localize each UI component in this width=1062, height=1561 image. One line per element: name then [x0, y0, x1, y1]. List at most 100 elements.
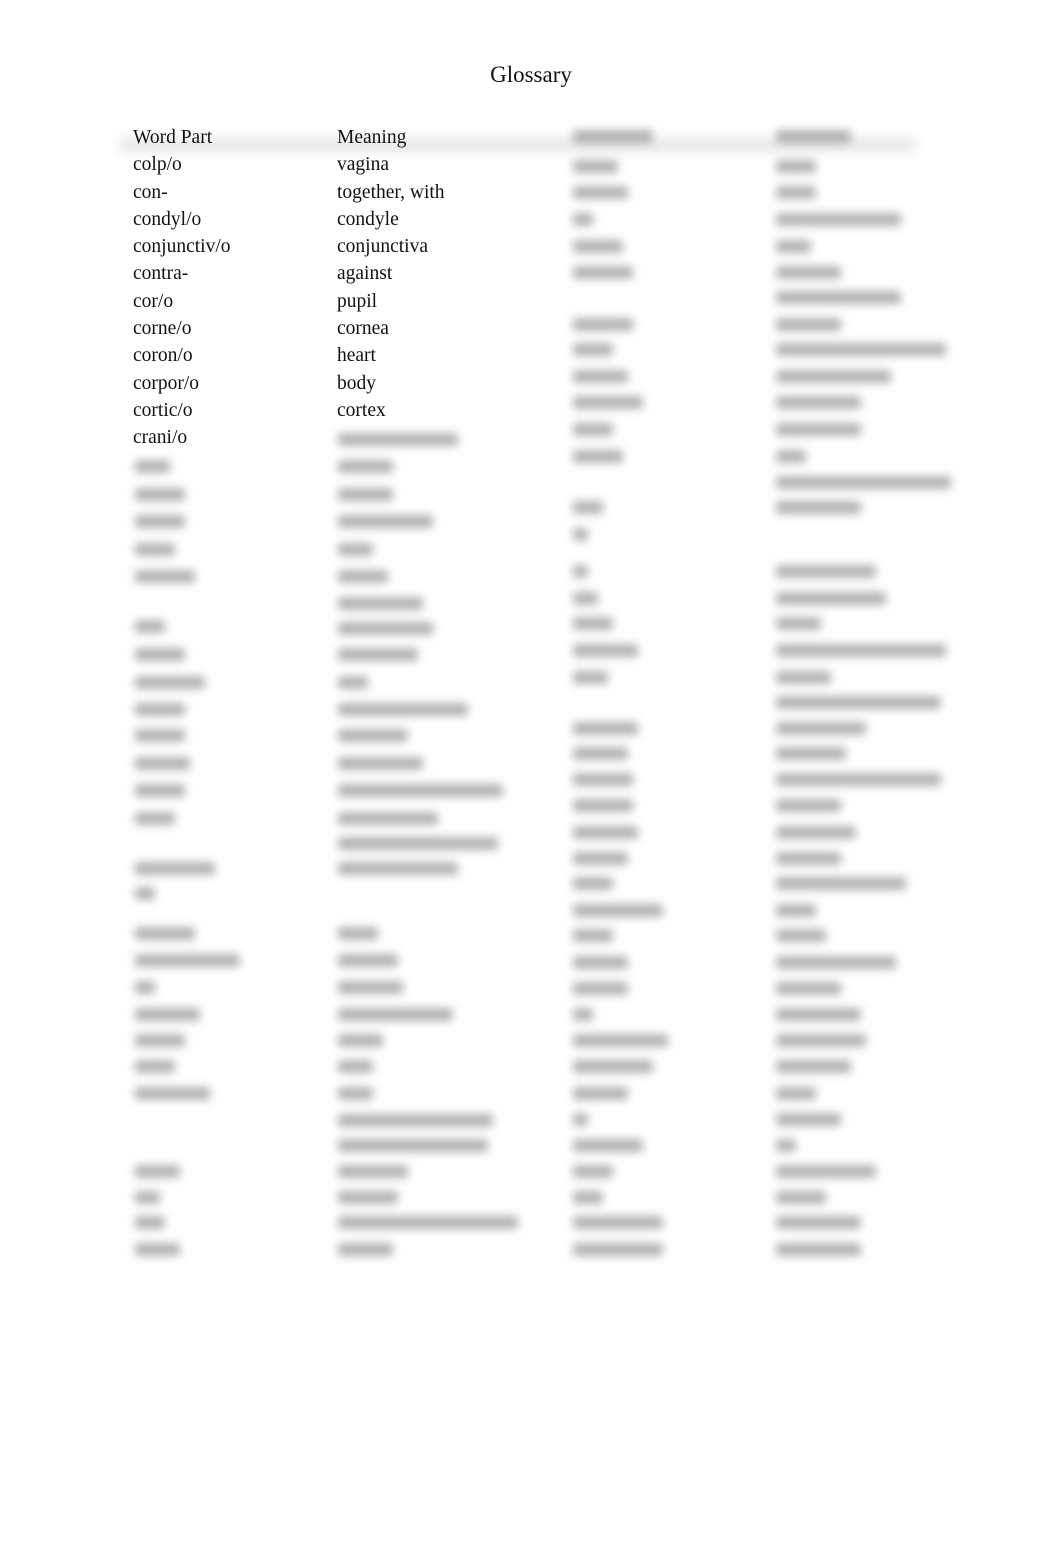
blurred-text-bar [776, 213, 901, 226]
blurred-text-bar [338, 1087, 373, 1100]
blurred-text-bar [573, 1034, 668, 1047]
blurred-text-bar [573, 1216, 663, 1229]
blurred-text-bar [573, 450, 623, 463]
blurred-text-bar [573, 1191, 603, 1204]
blurred-text-bar [573, 929, 613, 942]
blurred-text-bar [776, 240, 811, 253]
blurred-text-bar [573, 1165, 613, 1178]
blurred-text-bar [573, 644, 638, 657]
blurred-text-bar [135, 784, 185, 797]
blurred-text-bar [338, 812, 438, 825]
blurred-text-bar [135, 981, 155, 994]
blurred-text-bar [135, 676, 205, 689]
blurred-text-bar [338, 1034, 383, 1047]
blurred-text-bar [338, 1191, 398, 1204]
blurred-text-bar [776, 1216, 861, 1229]
blurred-text-bar [776, 982, 841, 995]
blurred-text-bar [135, 887, 155, 900]
blurred-text-bar [338, 1165, 408, 1178]
blurred-text-bar [573, 130, 653, 143]
blurred-text-bar [338, 703, 468, 716]
blurred-text-bar [776, 130, 851, 143]
blurred-text-bar [338, 927, 378, 940]
blurred-text-bar [776, 1139, 796, 1152]
blurred-text-bar [338, 757, 423, 770]
blurred-text-bar [135, 620, 165, 633]
blurred-text-bar [573, 501, 603, 514]
blurred-text-bar [776, 592, 886, 605]
blurred-text-bar [776, 476, 951, 489]
blurred-text-bar [135, 927, 195, 940]
blurred-text-bar [776, 929, 826, 942]
blurred-text-bar [573, 982, 628, 995]
blurred-text-bar [776, 1165, 876, 1178]
blurred-text-bar [338, 1216, 518, 1229]
blurred-text-bar [776, 160, 816, 173]
blurred-text-bar [338, 729, 408, 742]
blurred-text-bar [776, 343, 946, 356]
blurred-text-bar [573, 877, 613, 890]
blurred-text-bar [135, 1165, 180, 1178]
blurred-text-bar [573, 852, 628, 865]
blurred-text-bar [338, 488, 393, 501]
blurred-text-bar [776, 799, 841, 812]
blurred-text-bar [776, 852, 841, 865]
blurred-text-bar [338, 954, 398, 967]
blurred-text-bar [338, 1139, 488, 1152]
blurred-text-bar [338, 862, 458, 875]
blurred-text-bar [135, 1243, 180, 1256]
blurred-text-bar [135, 543, 175, 556]
blurred-text-bar [776, 396, 861, 409]
blurred-text-bar [573, 904, 663, 917]
blurred-text-bar [338, 1114, 493, 1127]
blurred-text-bar [573, 1008, 593, 1021]
blurred-text-bar [776, 826, 856, 839]
blurred-text-bar [338, 676, 368, 689]
blurred-text-bar [776, 291, 901, 304]
blurred-text-bar [776, 722, 866, 735]
blurred-text-bar [338, 1008, 453, 1021]
blurred-text-bar [573, 1243, 663, 1256]
blurred-text-bar [776, 565, 876, 578]
blurred-text-bar [776, 1034, 866, 1047]
blurred-text-bar [135, 1060, 175, 1073]
blurred-text-bar [573, 528, 588, 541]
blurred-text-bar [776, 1008, 861, 1021]
blurred-text-bar [776, 747, 846, 760]
blurred-text-bar [573, 370, 628, 383]
blurred-text-bar [776, 644, 946, 657]
blurred-text-bar [135, 862, 215, 875]
blurred-text-bar [573, 1087, 628, 1100]
blurred-text-bar [776, 501, 861, 514]
blurred-text-bar [135, 1034, 185, 1047]
blurred-text-bar [135, 460, 170, 473]
blurred-text-bar [776, 1243, 861, 1256]
blurred-text-bar [338, 837, 498, 850]
blurred-text-bar [338, 1243, 393, 1256]
blurred-text-bar [776, 423, 861, 436]
blurred-text-bar [338, 515, 433, 528]
blurred-text-bar [573, 956, 628, 969]
blurred-text-bar [573, 565, 588, 578]
blurred-text-bar [135, 570, 195, 583]
blurred-text-bar [573, 396, 643, 409]
blurred-text-bar [135, 1216, 165, 1229]
blurred-text-bar [573, 160, 618, 173]
blurred-text-bar [135, 1191, 160, 1204]
blurred-text-bar [338, 622, 433, 635]
blurred-text-bar [573, 617, 613, 630]
blurred-text-bar [573, 1060, 653, 1073]
blurred-text-bar [573, 266, 633, 279]
blurred-text-bar [776, 370, 891, 383]
blurred-text-bar [573, 186, 628, 199]
blurred-text-bar [573, 747, 628, 760]
blurred-text-bar [776, 904, 816, 917]
blurred-text-bar [135, 515, 185, 528]
blurred-text-bar [573, 213, 593, 226]
blurred-text-bar [135, 703, 185, 716]
blurred-text-bar [338, 570, 388, 583]
blurred-text-bar [338, 543, 373, 556]
blurred-text-bar [776, 671, 831, 684]
blurred-content [0, 0, 1062, 1561]
blurred-text-bar [135, 729, 185, 742]
